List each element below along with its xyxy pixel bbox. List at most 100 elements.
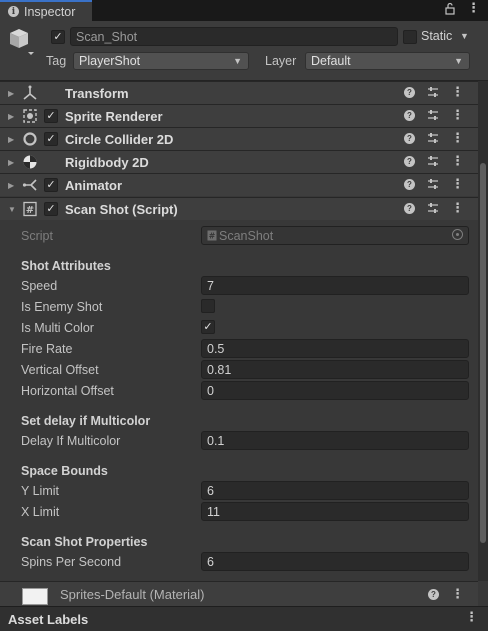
- foldout-arrow-icon[interactable]: ▶: [8, 89, 14, 98]
- vertical-offset-row: Vertical Offset 0.81: [21, 360, 469, 379]
- component-sprite-renderer[interactable]: ▶ ✓ Sprite Renderer ? ⋮: [0, 104, 478, 127]
- is-multi-color-label: Is Multi Color: [21, 320, 94, 335]
- foldout-arrow-icon[interactable]: ▶: [8, 135, 14, 144]
- script-icon: #: [23, 201, 37, 217]
- help-icon[interactable]: ?: [404, 132, 415, 144]
- asset-labels-title: Asset Labels: [8, 611, 89, 627]
- section-scan-shot-properties: Scan Shot Properties: [21, 535, 148, 549]
- rigidbody-icon: [23, 155, 37, 169]
- transform-icon: [23, 85, 37, 100]
- vertical-scrollbar[interactable]: [478, 81, 488, 581]
- sprite-renderer-icon: [23, 109, 37, 123]
- component-enabled-checkbox[interactable]: ✓: [44, 132, 58, 146]
- gameobject-header: ✓ Scan_Shot Static ▼ Tag PlayerShot ▼ La…: [0, 21, 488, 81]
- component-enabled-checkbox[interactable]: ✓: [44, 202, 58, 216]
- help-icon[interactable]: ?: [404, 202, 415, 214]
- script-value: ScanShot: [219, 228, 274, 243]
- script-object-field[interactable]: # ScanShot: [201, 226, 469, 245]
- material-header[interactable]: Sprites-Default (Material) ? ⋮: [0, 581, 478, 606]
- help-icon[interactable]: ?: [404, 155, 415, 167]
- component-transform[interactable]: ▶ Transform ? ⋮: [0, 81, 478, 104]
- component-animator[interactable]: ▶ ✓ Animator ? ⋮: [0, 173, 478, 196]
- component-title: Rigidbody 2D: [65, 154, 149, 170]
- presets-sliders-icon[interactable]: [427, 155, 439, 167]
- layer-dropdown[interactable]: Default ▼: [305, 52, 470, 70]
- fire-rate-row: Fire Rate 0.5: [21, 339, 469, 358]
- kebab-menu-icon[interactable]: ⋮: [465, 610, 478, 623]
- spins-per-second-input[interactable]: 6: [201, 552, 469, 571]
- component-scan-shot-script[interactable]: ▼ # ✓ Scan Shot (Script) ? ⋮: [0, 197, 478, 220]
- vertical-offset-value: 0.81: [207, 362, 232, 377]
- component-enabled-checkbox[interactable]: ✓: [44, 109, 58, 123]
- layer-label: Layer: [265, 54, 297, 68]
- static-label[interactable]: Static: [421, 29, 452, 43]
- object-name-input[interactable]: Scan_Shot: [70, 27, 398, 46]
- kebab-menu-icon[interactable]: ⋮: [451, 177, 464, 190]
- help-icon[interactable]: ?: [428, 588, 439, 600]
- circle-collider-icon: [23, 132, 37, 146]
- kebab-menu-icon[interactable]: ⋮: [451, 154, 464, 167]
- speed-value: 7: [207, 278, 214, 293]
- chevron-down-icon: ▼: [454, 56, 463, 66]
- y-limit-input[interactable]: 6: [201, 481, 469, 500]
- is-enemy-shot-checkbox[interactable]: [201, 299, 215, 313]
- component-title: Animator: [65, 177, 123, 193]
- script-field-row: Script # ScanShot: [21, 226, 469, 245]
- kebab-menu-icon[interactable]: ⋮: [451, 108, 464, 121]
- scrollbar-thumb[interactable]: [480, 163, 486, 543]
- fire-rate-label: Fire Rate: [21, 341, 73, 356]
- spins-per-second-value: 6: [207, 554, 214, 569]
- speed-label: Speed: [21, 278, 58, 293]
- static-dropdown-arrow-icon[interactable]: ▼: [460, 31, 469, 41]
- help-icon[interactable]: ?: [404, 178, 415, 190]
- foldout-arrow-icon[interactable]: ▼: [8, 205, 16, 214]
- component-circle-collider[interactable]: ▶ ✓ Circle Collider 2D ? ⋮: [0, 127, 478, 150]
- vertical-offset-input[interactable]: 0.81: [201, 360, 469, 379]
- tag-dropdown[interactable]: PlayerShot ▼: [73, 52, 249, 70]
- presets-sliders-icon[interactable]: [427, 178, 439, 190]
- tab-menu-icon[interactable]: ⋮: [467, 1, 480, 18]
- static-checkbox[interactable]: [403, 30, 417, 44]
- material-preview-swatch: [22, 588, 48, 605]
- active-checkbox[interactable]: ✓: [51, 30, 65, 44]
- foldout-arrow-icon[interactable]: ▶: [8, 112, 14, 121]
- help-icon[interactable]: ?: [404, 86, 415, 98]
- fire-rate-input[interactable]: 0.5: [201, 339, 469, 358]
- speed-input[interactable]: 7: [201, 276, 469, 295]
- help-icon[interactable]: ?: [404, 109, 415, 121]
- presets-sliders-icon[interactable]: [427, 86, 439, 98]
- x-limit-input[interactable]: 11: [201, 502, 469, 521]
- kebab-menu-icon[interactable]: ⋮: [451, 587, 464, 600]
- object-picker-icon[interactable]: [452, 229, 463, 240]
- delay-if-multicolor-label: Delay If Multicolor: [21, 433, 121, 448]
- component-rigidbody-2d[interactable]: ▶ Rigidbody 2D ? ⋮: [0, 150, 478, 173]
- presets-sliders-icon[interactable]: [427, 132, 439, 144]
- component-title: Sprite Renderer: [65, 108, 163, 124]
- info-icon: i: [8, 6, 19, 17]
- gameobject-cube-icon[interactable]: [8, 27, 36, 57]
- presets-sliders-icon[interactable]: [427, 202, 439, 214]
- foldout-arrow-icon[interactable]: ▶: [8, 158, 14, 167]
- foldout-arrow-icon[interactable]: ▶: [8, 181, 14, 190]
- horizontal-offset-input[interactable]: 0: [201, 381, 469, 400]
- tag-label: Tag: [46, 54, 67, 68]
- tab-inspector[interactable]: i Inspector: [0, 0, 92, 21]
- kebab-menu-icon[interactable]: ⋮: [451, 85, 464, 98]
- is-enemy-shot-label: Is Enemy Shot: [21, 299, 103, 314]
- kebab-menu-icon[interactable]: ⋮: [451, 201, 464, 214]
- x-limit-row: X Limit 11: [21, 502, 469, 521]
- presets-sliders-icon[interactable]: [427, 109, 439, 121]
- is-multi-color-checkbox[interactable]: ✓: [201, 320, 215, 334]
- x-limit-label: X Limit: [21, 504, 60, 519]
- component-enabled-checkbox[interactable]: ✓: [44, 178, 58, 192]
- delay-if-multicolor-input[interactable]: 0.1: [201, 431, 469, 450]
- lock-icon[interactable]: [445, 2, 455, 18]
- tab-inspector-label: Inspector: [24, 4, 76, 19]
- y-limit-value: 6: [207, 483, 214, 498]
- object-name-value: Scan_Shot: [76, 29, 138, 44]
- kebab-menu-icon[interactable]: ⋮: [451, 131, 464, 144]
- spins-per-second-row: Spins Per Second 6: [21, 552, 469, 571]
- asset-labels-bar[interactable]: Asset Labels ⋮: [0, 606, 488, 631]
- component-title: Transform: [65, 85, 129, 101]
- animator-icon: [22, 179, 37, 191]
